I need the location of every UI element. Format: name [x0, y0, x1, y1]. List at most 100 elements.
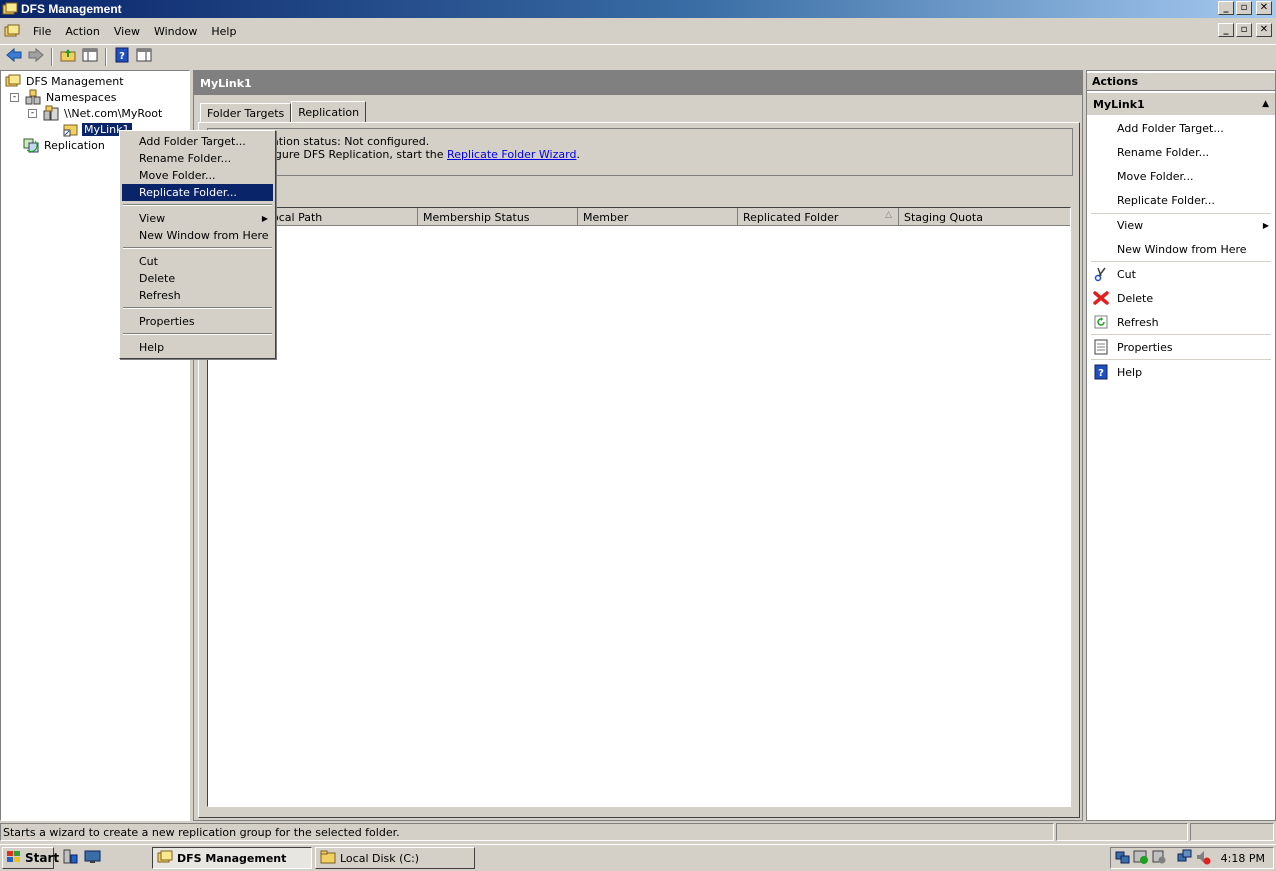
action-label: Help	[1117, 365, 1143, 379]
tree-item-replication[interactable]: Replication	[23, 137, 107, 153]
ctx-new-window[interactable]: New Window from Here	[122, 227, 273, 244]
start-button[interactable]: Start	[2, 847, 59, 869]
tree-label: Namespaces	[46, 90, 117, 104]
ctx-help[interactable]: Help	[122, 339, 273, 356]
child-minimize-button[interactable]: _	[1218, 23, 1234, 37]
clock[interactable]: 4:18 PM	[1221, 852, 1265, 865]
actions-separator	[1091, 359, 1271, 360]
toolbar-separator	[51, 47, 53, 66]
show-hide-action-pane-button[interactable]	[133, 46, 155, 68]
column-membership-status[interactable]: Membership Status	[418, 208, 578, 226]
menu-action[interactable]: Action	[58, 25, 106, 38]
ctx-replicate-folder[interactable]: Replicate Folder...	[122, 184, 273, 201]
ctx-view[interactable]: View ▶	[122, 210, 273, 227]
wizard-prefix-text: figure DFS Replication, start the	[268, 148, 448, 161]
tab-replication[interactable]: Replication	[291, 101, 367, 123]
show-hide-console-tree-button[interactable]	[79, 46, 101, 68]
up-one-level-button[interactable]	[57, 46, 79, 68]
menu-window[interactable]: Window	[147, 25, 204, 38]
help-icon: ?	[1093, 364, 1109, 380]
help-toolbar-button[interactable]: ?	[111, 46, 133, 68]
system-tray: 4:18 PM	[1110, 847, 1274, 869]
column-replicated-folder[interactable]: Replicated Folder △	[738, 208, 899, 226]
ctx-add-folder-target[interactable]: Add Folder Target...	[122, 133, 273, 150]
show-desktop-icon[interactable]	[84, 849, 102, 868]
action-cut[interactable]: Cut	[1087, 264, 1275, 284]
minimize-button[interactable]: _	[1218, 1, 1234, 15]
action-new-window[interactable]: New Window from Here	[1087, 239, 1275, 259]
console-icon[interactable]	[4, 24, 20, 38]
action-label: Replicate Folder...	[1117, 193, 1215, 207]
tree-item-namespaces[interactable]: - Namespaces	[10, 89, 118, 105]
tree-label: DFS Management	[26, 74, 124, 88]
column-staging-quota[interactable]: Staging Quota	[899, 208, 1070, 226]
folder-icon	[320, 850, 336, 867]
refresh-icon	[1093, 314, 1109, 330]
dfs-management-icon	[5, 73, 21, 89]
namespace-server-icon	[43, 105, 59, 121]
back-button[interactable]	[3, 46, 25, 68]
wizard-line: figure DFS Replication, start the Replic…	[218, 148, 1072, 161]
actions-section-header[interactable]: MyLink1 ▲	[1087, 93, 1275, 115]
action-rename-folder[interactable]: Rename Folder...	[1087, 142, 1275, 162]
window-title: DFS Management	[21, 2, 122, 16]
action-help[interactable]: ? Help	[1087, 362, 1275, 382]
console-tree-icon	[82, 47, 98, 66]
maximize-button[interactable]: ▫	[1236, 1, 1252, 15]
close-button[interactable]: ✕	[1256, 1, 1272, 15]
tab-folder-targets[interactable]: Folder Targets	[200, 103, 292, 123]
ctx-label: View	[139, 212, 166, 225]
action-refresh[interactable]: Refresh	[1087, 312, 1275, 332]
action-delete[interactable]: Delete	[1087, 288, 1275, 308]
action-view[interactable]: View ▶	[1087, 215, 1275, 235]
svg-text:?: ?	[1098, 368, 1104, 379]
child-close-button[interactable]: ✕	[1256, 23, 1272, 37]
ctx-cut[interactable]: Cut	[122, 253, 273, 270]
column-member[interactable]: Member	[578, 208, 738, 226]
server-manager-icon[interactable]	[62, 849, 78, 868]
child-restore-button[interactable]: ▫	[1236, 23, 1252, 37]
ctx-properties[interactable]: Properties	[122, 313, 273, 330]
menu-bar: File Action View Window Help _ ▫ ✕	[0, 20, 1276, 42]
status-cell	[1190, 823, 1274, 841]
collapse-toggle[interactable]: -	[28, 108, 37, 118]
action-label: Move Folder...	[1117, 169, 1194, 183]
action-replicate-folder[interactable]: Replicate Folder...	[1087, 190, 1275, 210]
dfs-management-icon	[157, 850, 173, 867]
forward-arrow-icon	[27, 47, 45, 66]
menu-view[interactable]: View	[107, 25, 147, 38]
ctx-move-folder[interactable]: Move Folder...	[122, 167, 273, 184]
menu-file[interactable]: File	[26, 25, 58, 38]
volume-muted-tray-icon[interactable]	[1195, 849, 1211, 868]
tree-label: \\Net.com\MyRoot	[64, 106, 163, 120]
menu-help[interactable]: Help	[204, 25, 243, 38]
wizard-suffix-text: .	[576, 148, 580, 161]
action-label: Refresh	[1117, 315, 1159, 329]
update-tray-icon[interactable]	[1151, 849, 1167, 868]
forward-button[interactable]	[25, 46, 47, 68]
ctx-refresh[interactable]: Refresh	[122, 287, 273, 304]
tree-item-dfs-management[interactable]: DFS Management	[5, 73, 126, 89]
replication-list-view[interactable]: ocal Path Membership Status Member Repli…	[207, 207, 1071, 807]
actions-separator	[1091, 334, 1271, 335]
results-header: MyLink1	[194, 71, 1082, 95]
tree-item-namespace-root[interactable]: - \\Net.com\MyRoot	[28, 105, 164, 121]
ctx-delete[interactable]: Delete	[122, 270, 273, 287]
replicate-folder-wizard-link[interactable]: Replicate Folder Wizard	[447, 148, 576, 161]
action-properties[interactable]: Properties	[1087, 337, 1275, 357]
action-label: View	[1117, 218, 1144, 232]
toolbar-separator	[105, 47, 107, 66]
action-move-folder[interactable]: Move Folder...	[1087, 166, 1275, 186]
task-local-disk[interactable]: Local Disk (C:)	[315, 847, 475, 869]
network-tray-icon[interactable]	[1115, 849, 1131, 868]
collapse-toggle[interactable]: -	[10, 92, 19, 102]
help-icon: ?	[114, 47, 130, 66]
results-pane: MyLink1 Folder Targets Replication ation…	[193, 70, 1083, 821]
task-dfs-management[interactable]: DFS Management	[152, 847, 312, 869]
action-add-folder-target[interactable]: Add Folder Target...	[1087, 118, 1275, 138]
ctx-separator	[123, 333, 272, 335]
network-connections-tray-icon[interactable]	[1177, 849, 1193, 868]
ctx-rename-folder[interactable]: Rename Folder...	[122, 150, 273, 167]
security-shield-tray-icon[interactable]	[1133, 849, 1149, 868]
actions-pane: Actions MyLink1 ▲ Add Folder Target... R…	[1086, 70, 1276, 821]
